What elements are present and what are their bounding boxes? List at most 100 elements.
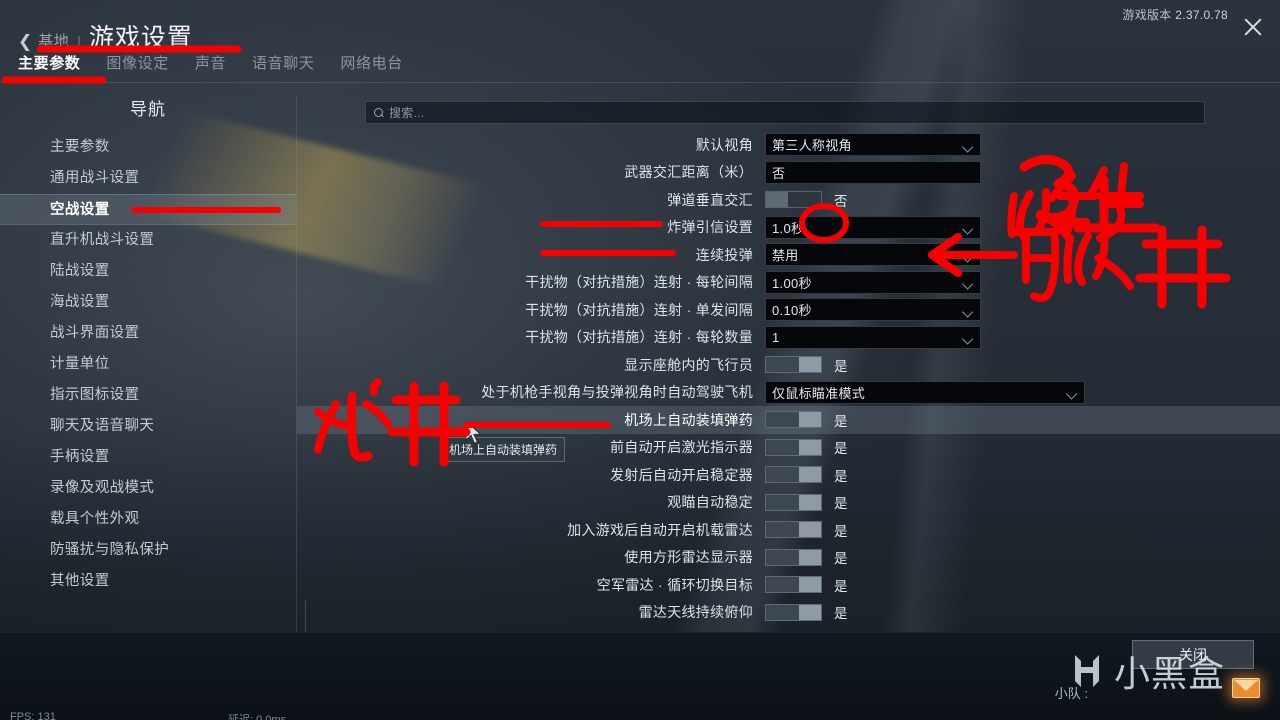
settings-row-label: 武器交汇距离（米）	[624, 164, 753, 181]
settings-row[interactable]: 显示座舱内的飞行员 是	[297, 351, 1280, 379]
toggle-wrapper: 是	[765, 520, 848, 540]
dropdown-value: 1.0秒	[772, 220, 805, 236]
toggle-value-label: 是	[834, 578, 848, 594]
toggle-switch[interactable]	[765, 576, 822, 594]
settings-row-control: 是	[765, 520, 848, 540]
dropdown[interactable]: 否	[765, 160, 981, 184]
settings-row[interactable]: 默认视角 第三人称视角	[297, 131, 1280, 159]
search-input[interactable]: 搜索...	[365, 101, 1205, 124]
settings-row[interactable]: 干扰物（对抗措施）连射 · 每轮数量 1	[297, 324, 1280, 352]
settings-row[interactable]: 使用方形雷达显示器 是	[297, 544, 1280, 572]
heybox-logo-icon	[1068, 651, 1108, 691]
chevron-down-icon	[965, 335, 974, 344]
dropdown[interactable]: 1.0秒	[765, 215, 981, 239]
settings-row-control: 第三人称视角	[765, 133, 981, 157]
tab-4[interactable]: 网络电台	[340, 52, 402, 73]
settings-row-label: 炸弹引信设置	[667, 219, 753, 236]
sidebar-item-4[interactable]: 陆战设置	[0, 256, 296, 287]
settings-row-control: 是	[765, 575, 848, 595]
close-icon[interactable]	[1240, 14, 1266, 40]
toggle-switch[interactable]	[765, 411, 822, 429]
settings-row-control: 1.00秒	[765, 270, 981, 294]
toggle-switch[interactable]	[765, 191, 822, 209]
tab-3[interactable]: 语音聊天	[252, 52, 314, 73]
sidebar-item-5[interactable]: 海战设置	[0, 287, 296, 318]
toggle-wrapper: 是	[765, 465, 848, 485]
nav-title: 导航	[130, 100, 166, 119]
breadcrumb[interactable]: ❮ 基地 | 游戏设置	[18, 18, 193, 54]
settings-row-label: 默认视角	[695, 136, 753, 153]
settings-row[interactable]: 发射后自动开启稳定器 是	[297, 461, 1280, 489]
settings-row-control: 是	[765, 410, 848, 430]
settings-row[interactable]: 弹道垂直交汇 否	[297, 186, 1280, 214]
dropdown[interactable]: 第三人称视角	[765, 133, 981, 157]
tab-bar-divider	[0, 82, 1280, 83]
version-label: 游戏版本	[1122, 8, 1172, 22]
settings-row[interactable]: 处于机枪手视角与投弹视角时自动驾驶飞机 仅鼠标瞄准模式	[297, 379, 1280, 407]
settings-row[interactable]: 雷达天线持续俯仰 是	[297, 599, 1280, 627]
settings-row-label: 干扰物（对抗措施）连射 · 单发间隔	[525, 301, 753, 318]
settings-row[interactable]: 武器交汇距离（米） 否	[297, 159, 1280, 187]
settings-row[interactable]: 干扰物（对抗措施）连射 · 单发间隔 0.10秒	[297, 296, 1280, 324]
dropdown[interactable]: 禁用	[765, 243, 981, 267]
settings-row[interactable]: 空军雷达 · 循环切换目标 是	[297, 571, 1280, 599]
dropdown-value: 0.10秒	[772, 303, 812, 319]
settings-row-control: 是	[765, 355, 848, 375]
sidebar-item-11[interactable]: 录像及观战模式	[0, 473, 296, 504]
dropdown[interactable]: 仅鼠标瞄准模式	[765, 380, 1085, 404]
sidebar-item-9[interactable]: 聊天及语音聊天	[0, 411, 296, 442]
toggle-knob	[799, 467, 821, 483]
toggle-knob	[799, 494, 821, 510]
sidebar-item-6[interactable]: 战斗界面设置	[0, 318, 296, 349]
chevron-down-icon	[965, 308, 974, 317]
toggle-switch[interactable]	[765, 603, 822, 621]
dropdown[interactable]: 0.10秒	[765, 298, 981, 322]
sidebar-item-3[interactable]: 直升机战斗设置	[0, 225, 296, 256]
sidebar-item-13[interactable]: 防骚扰与隐私保护	[0, 535, 296, 566]
toggle-switch[interactable]	[765, 466, 822, 484]
sidebar-item-12[interactable]: 载具个性外观	[0, 504, 296, 535]
fps-counter: FPS: 131	[10, 711, 56, 720]
settings-row-control: 禁用	[765, 243, 981, 267]
toggle-switch[interactable]	[765, 438, 822, 456]
settings-row-label: 处于机枪手视角与投弹视角时自动驾驶飞机	[481, 384, 753, 401]
mail-icon[interactable]	[1232, 678, 1260, 698]
toggle-switch[interactable]	[765, 521, 822, 539]
sidebar-item-8[interactable]: 指示图标设置	[0, 380, 296, 411]
sidebar-item-7[interactable]: 计量单位	[0, 349, 296, 380]
tab-1[interactable]: 图像设定	[106, 52, 168, 73]
settings-row-control: 1.0秒	[765, 215, 981, 239]
breadcrumb-parent[interactable]: 基地	[38, 30, 69, 51]
sidebar-item-0[interactable]: 主要参数	[0, 132, 296, 163]
dropdown[interactable]: 1	[765, 325, 981, 349]
dropdown[interactable]: 1.00秒	[765, 270, 981, 294]
search-icon	[374, 107, 384, 118]
sidebar-item-10[interactable]: 手柄设置	[0, 442, 296, 473]
settings-row-label: 显示座舱内的飞行员	[624, 356, 753, 373]
dropdown-value: 否	[772, 165, 786, 181]
toggle-switch[interactable]	[765, 493, 822, 511]
sidebar-item-2[interactable]: 空战设置	[0, 194, 296, 225]
toggle-knob	[799, 522, 821, 538]
toggle-wrapper: 是	[765, 492, 848, 512]
chevron-left-icon[interactable]: ❮	[18, 33, 32, 50]
search-wrapper: 搜索...	[365, 101, 1205, 124]
toggle-knob	[766, 192, 788, 208]
toggle-switch[interactable]	[765, 548, 822, 566]
toggle-switch[interactable]	[765, 356, 822, 374]
sidebar-item-14[interactable]: 其他设置	[0, 566, 296, 597]
tab-0[interactable]: 主要参数	[18, 52, 80, 73]
settings-row[interactable]: 观瞄自动稳定 是	[297, 489, 1280, 517]
search-placeholder: 搜索...	[389, 106, 425, 120]
tab-2[interactable]: 声音	[195, 52, 226, 73]
sidebar-item-1[interactable]: 通用战斗设置	[0, 163, 296, 194]
settings-row[interactable]: 加入游戏后自动开启机载雷达 是	[297, 516, 1280, 544]
toggle-knob	[799, 439, 821, 455]
settings-row[interactable]: 炸弹引信设置 1.0秒	[297, 214, 1280, 242]
settings-row[interactable]: 连续投弹 禁用	[297, 241, 1280, 269]
settings-row[interactable]: 机场上自动装填弹药 是	[297, 406, 1280, 434]
chevron-down-icon	[965, 253, 974, 262]
toggle-value-label: 是	[834, 551, 848, 567]
settings-row[interactable]: 干扰物（对抗措施）连射 · 每轮间隔 1.00秒	[297, 269, 1280, 297]
watermark: 小黑盒	[1068, 645, 1225, 697]
